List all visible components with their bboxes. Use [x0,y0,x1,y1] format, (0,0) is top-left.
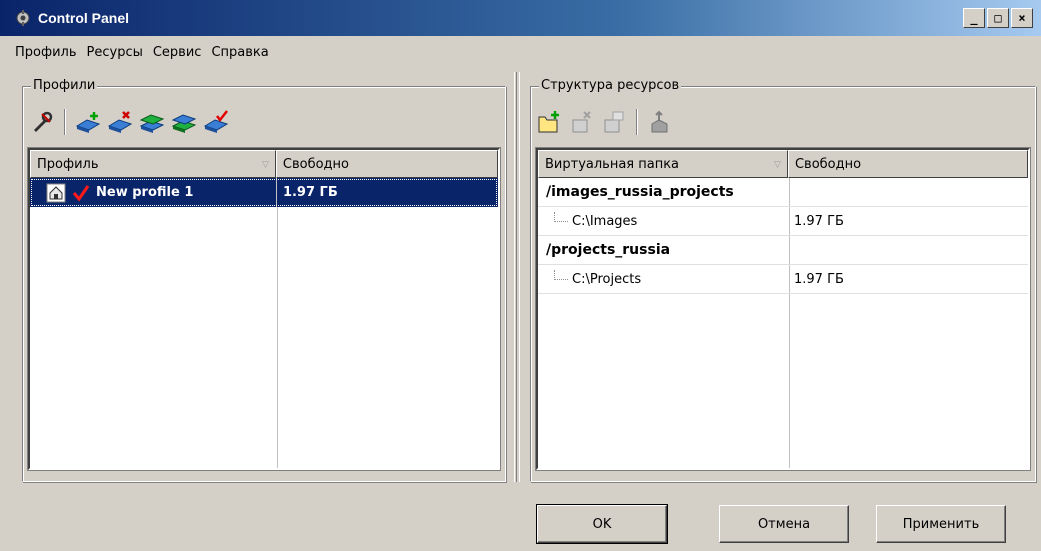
profiles-list[interactable]: Профиль ▽ Свободно New profile 1 1.97 ГБ [27,147,501,471]
column-header-free-label: Свободно [794,156,862,172]
menu-help[interactable]: Справка [206,41,273,64]
resource-name-cell: C:\Images [538,207,788,235]
profile-home-icon [46,183,66,202]
cancel-button[interactable]: Отмена [719,505,849,543]
maximize-button[interactable]: □ [987,8,1009,28]
column-header-virtual-folder-label: Виртуальная папка [545,156,680,172]
resource-free-cell: 1.97 ГБ [794,271,844,287]
resource-free-cell [788,178,1028,206]
resource-free-cell: 1.97 ГБ [794,213,844,229]
menu-resources[interactable]: Ресурсы [82,41,148,64]
column-header-free[interactable]: Свободно [787,150,1028,178]
profiles-group-title: Профили [31,78,98,93]
tree-connector [554,212,568,222]
resource-path: C:\Images [572,213,638,229]
profile-row[interactable]: New profile 1 1.97 ГБ [30,178,498,207]
column-header-free[interactable]: Свободно [275,150,498,178]
resource-name-cell: /images_russia_projects [546,184,734,200]
delete-profile-icon[interactable] [106,108,134,136]
ok-button[interactable]: OK [536,504,668,544]
resource-name-cell: /projects_russia [546,242,671,258]
tree-connector [554,270,568,280]
menu-service[interactable]: Сервис [148,41,207,64]
active-check-icon [72,184,90,201]
column-header-virtual-folder[interactable]: Виртуальная папка ▽ [538,150,788,178]
resources-list-header: Виртуальная папка ▽ Свободно [538,150,1028,178]
column-header-profile-label: Профиль [37,156,99,172]
apply-button[interactable]: Применить [876,505,1006,543]
profiles-toolbar [28,108,230,136]
profile-free-cell: 1.97 ГБ [275,178,498,207]
resources-group-title: Структура ресурсов [539,78,682,93]
menu-bar: Профиль Ресурсы Сервис Справка [0,36,1041,68]
resource-path: C:\Projects [572,271,642,287]
resource-row[interactable]: C:\Images 1.97 ГБ [538,207,1028,236]
add-folder-icon[interactable] [536,108,564,136]
resource-row[interactable]: /images_russia_projects [538,178,1028,207]
resource-row[interactable]: C:\Projects 1.97 ГБ [538,265,1028,294]
app-icon [16,10,30,26]
resources-list[interactable]: Виртуальная папка ▽ Свободно /images_rus… [535,147,1031,471]
activate-profile-icon[interactable] [202,108,230,136]
sort-arrow-icon: ▽ [774,160,781,170]
column-header-profile[interactable]: Профиль ▽ [30,150,276,178]
column-header-free-label: Свободно [282,156,349,172]
profile-name: New profile 1 [96,185,194,200]
title-bar[interactable]: Control Panel _ □ × [0,0,1041,36]
close-button[interactable]: × [1011,8,1033,28]
resource-name-cell: C:\Projects [538,265,788,293]
panel-splitter[interactable] [514,72,520,482]
profile-name-cell: New profile 1 [30,178,276,207]
resource-row[interactable]: /projects_russia [538,236,1028,265]
share-icon[interactable] [646,108,674,136]
minimize-button[interactable]: _ [963,8,985,28]
toolbar-separator [636,109,638,135]
add-profile-icon[interactable] [74,108,102,136]
tools-icon[interactable] [28,108,56,136]
delete-folder-icon[interactable] [568,108,596,136]
profiles-stack-icon[interactable] [170,108,198,136]
menu-profile[interactable]: Профиль [10,41,82,64]
profiles-green-icon[interactable] [138,108,166,136]
sort-arrow-icon: ▽ [261,160,269,170]
profiles-list-header: Профиль ▽ Свободно [30,150,498,178]
edit-folder-icon[interactable] [600,108,628,136]
window-title: Control Panel [38,10,130,26]
toolbar-separator [64,109,66,135]
column-divider [277,178,278,468]
resource-free-cell [788,236,1028,264]
resources-toolbar [536,108,674,136]
